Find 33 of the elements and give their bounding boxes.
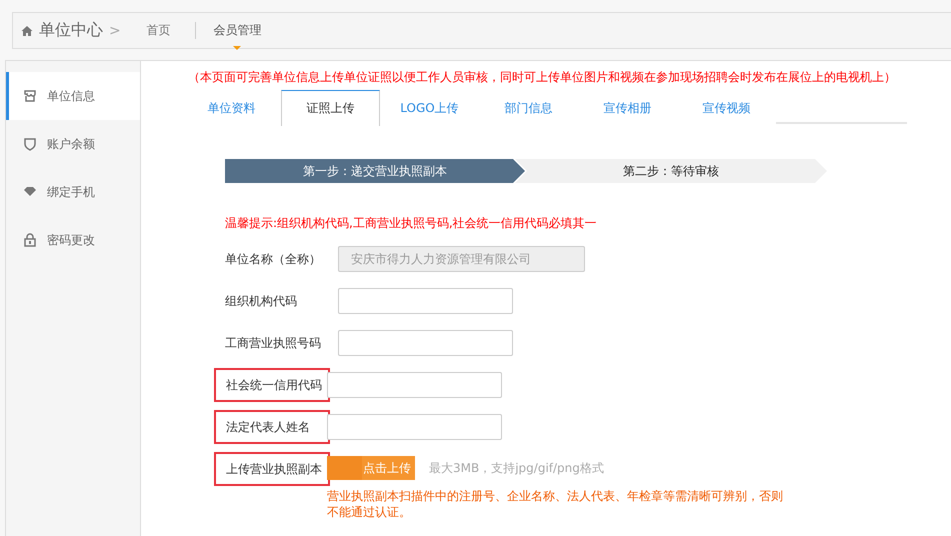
- sidebar-label: 单位信息: [47, 88, 95, 104]
- sidebar-label: 密码更改: [47, 232, 95, 248]
- sidebar-item[interactable]: 单位信息: [6, 72, 140, 120]
- notice-text: （本页面可完善单位信息上传单位证照以便工作人员审核，同时可上传单位图片和视频在参加现场招聘会时发布在展位上的电视机上）: [187, 69, 897, 86]
- caret-icon: [232, 46, 241, 50]
- input-field[interactable]: [338, 330, 513, 356]
- step-indicator: 第一步：递交营业执照副本: [225, 159, 525, 183]
- sidebar-item[interactable]: 绑定手机: [6, 168, 140, 216]
- shield-icon: [23, 137, 37, 151]
- input-field[interactable]: [327, 414, 502, 440]
- diamond-icon: [23, 185, 37, 199]
- lock-icon: [23, 233, 37, 247]
- sidebar-label: 账户余额: [47, 136, 95, 152]
- sidebar-label: 绑定手机: [47, 184, 95, 200]
- upload-hint: 最大3MB，支持jpg/gif/png格式: [429, 460, 604, 477]
- store-icon: [23, 89, 37, 103]
- home-icon[interactable]: [21, 24, 33, 36]
- field-label: 工商营业执照号码: [225, 334, 322, 352]
- header-link[interactable]: 会员管理: [214, 22, 262, 39]
- step-indicator: 第二步：等待审核: [515, 159, 827, 183]
- sidebar-item[interactable]: 密码更改: [6, 216, 140, 264]
- tip-text: 温馨提示:组织机构代码,工商营业执照号码,社会统一信用代码必填其一: [225, 215, 598, 232]
- breadcrumb-separator: >: [109, 22, 121, 38]
- input-field[interactable]: [338, 288, 513, 314]
- header-link[interactable]: 首页: [146, 22, 171, 39]
- field-label: 单位名称（全称）: [225, 250, 322, 268]
- tab[interactable]: 证照上传: [281, 90, 380, 126]
- input-field[interactable]: [327, 372, 502, 398]
- sidebar-item[interactable]: 账户余额: [6, 120, 140, 168]
- upload-note: 营业执照副本扫描件中的注册号、企业名称、法人代表、年检章等需清晰可辨别，否则不能通过认证。: [327, 488, 784, 520]
- upload-button[interactable]: 点击上传: [327, 456, 415, 480]
- header-title: 单位中心: [39, 20, 103, 41]
- field-label: 组织机构代码: [225, 292, 298, 310]
